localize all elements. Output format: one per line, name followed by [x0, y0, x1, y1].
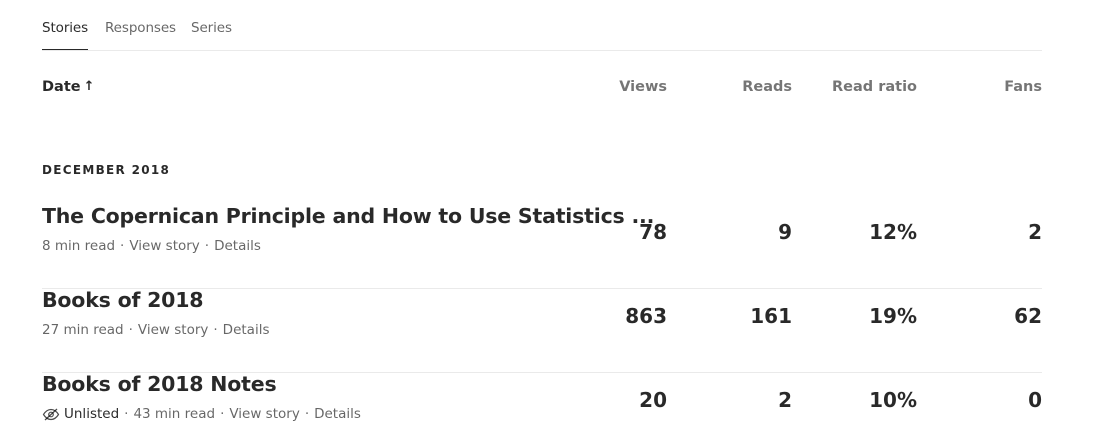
story-title[interactable]: Books of 2018 Notes	[42, 372, 277, 396]
story-title[interactable]: Books of 2018	[42, 288, 204, 312]
arrow-up-icon: ↑	[83, 79, 95, 94]
fans-value: 0	[1028, 388, 1042, 412]
reads-value: 9	[778, 220, 792, 244]
tab-bar: Stories Responses Series	[42, 0, 1042, 51]
story-meta: 27 min read · View story · Details	[42, 322, 269, 338]
tab-stories[interactable]: Stories	[42, 20, 88, 50]
story-meta: Unlisted · 43 min read · View story · De…	[42, 406, 361, 422]
reads-value: 2	[778, 388, 792, 412]
meta-separator: ·	[213, 322, 218, 338]
read-time: 27 min read	[42, 322, 124, 338]
read-ratio-value: 12%	[869, 220, 917, 244]
date-sort-header[interactable]: Date ↑	[42, 79, 95, 95]
details-link[interactable]: Details	[214, 238, 261, 254]
reads-header[interactable]: Reads	[742, 79, 792, 95]
unlisted-label: Unlisted	[64, 406, 120, 422]
read-ratio-value: 10%	[869, 388, 917, 412]
meta-separator: ·	[124, 406, 129, 422]
story-title[interactable]: The Copernican Principle and How to Use …	[42, 204, 654, 228]
details-link[interactable]: Details	[223, 322, 270, 338]
read-time: 8 min read	[42, 238, 116, 254]
details-link[interactable]: Details	[314, 406, 361, 422]
fans-header[interactable]: Fans	[1004, 79, 1042, 95]
date-header-label: Date	[42, 79, 81, 95]
views-header[interactable]: Views	[619, 79, 667, 95]
meta-separator: ·	[128, 322, 133, 338]
view-story-link[interactable]: View story	[129, 238, 199, 254]
view-story-link[interactable]: View story	[229, 406, 299, 422]
read-ratio-value: 19%	[869, 304, 917, 328]
story-row: Books of 2018 27 min read · View story ·…	[42, 288, 1042, 373]
tab-series[interactable]: Series	[191, 20, 232, 36]
fans-value: 62	[1014, 304, 1042, 328]
read-ratio-header[interactable]: Read ratio	[832, 79, 917, 95]
fans-value: 2	[1028, 220, 1042, 244]
views-value: 863	[625, 304, 667, 328]
story-row: The Copernican Principle and How to Use …	[42, 204, 1042, 289]
story-row: Books of 2018 Notes Unlisted · 43 min re…	[42, 372, 1042, 447]
eye-slash-icon	[42, 408, 60, 420]
meta-separator: ·	[304, 406, 310, 422]
meta-separator: ·	[220, 406, 225, 422]
reads-value: 161	[750, 304, 792, 328]
month-section-label: DECEMBER 2018	[42, 163, 171, 177]
tab-responses[interactable]: Responses	[105, 20, 176, 36]
views-value: 20	[639, 388, 667, 412]
views-value: 78	[639, 220, 667, 244]
story-meta: 8 min read · View story · Details	[42, 238, 261, 254]
meta-separator: ·	[204, 238, 210, 254]
meta-separator: ·	[120, 238, 125, 254]
read-time: 43 min read	[133, 406, 216, 422]
view-story-link[interactable]: View story	[138, 322, 208, 338]
stats-page: Stories Responses Series Date ↑ Views Rea…	[0, 0, 1108, 447]
